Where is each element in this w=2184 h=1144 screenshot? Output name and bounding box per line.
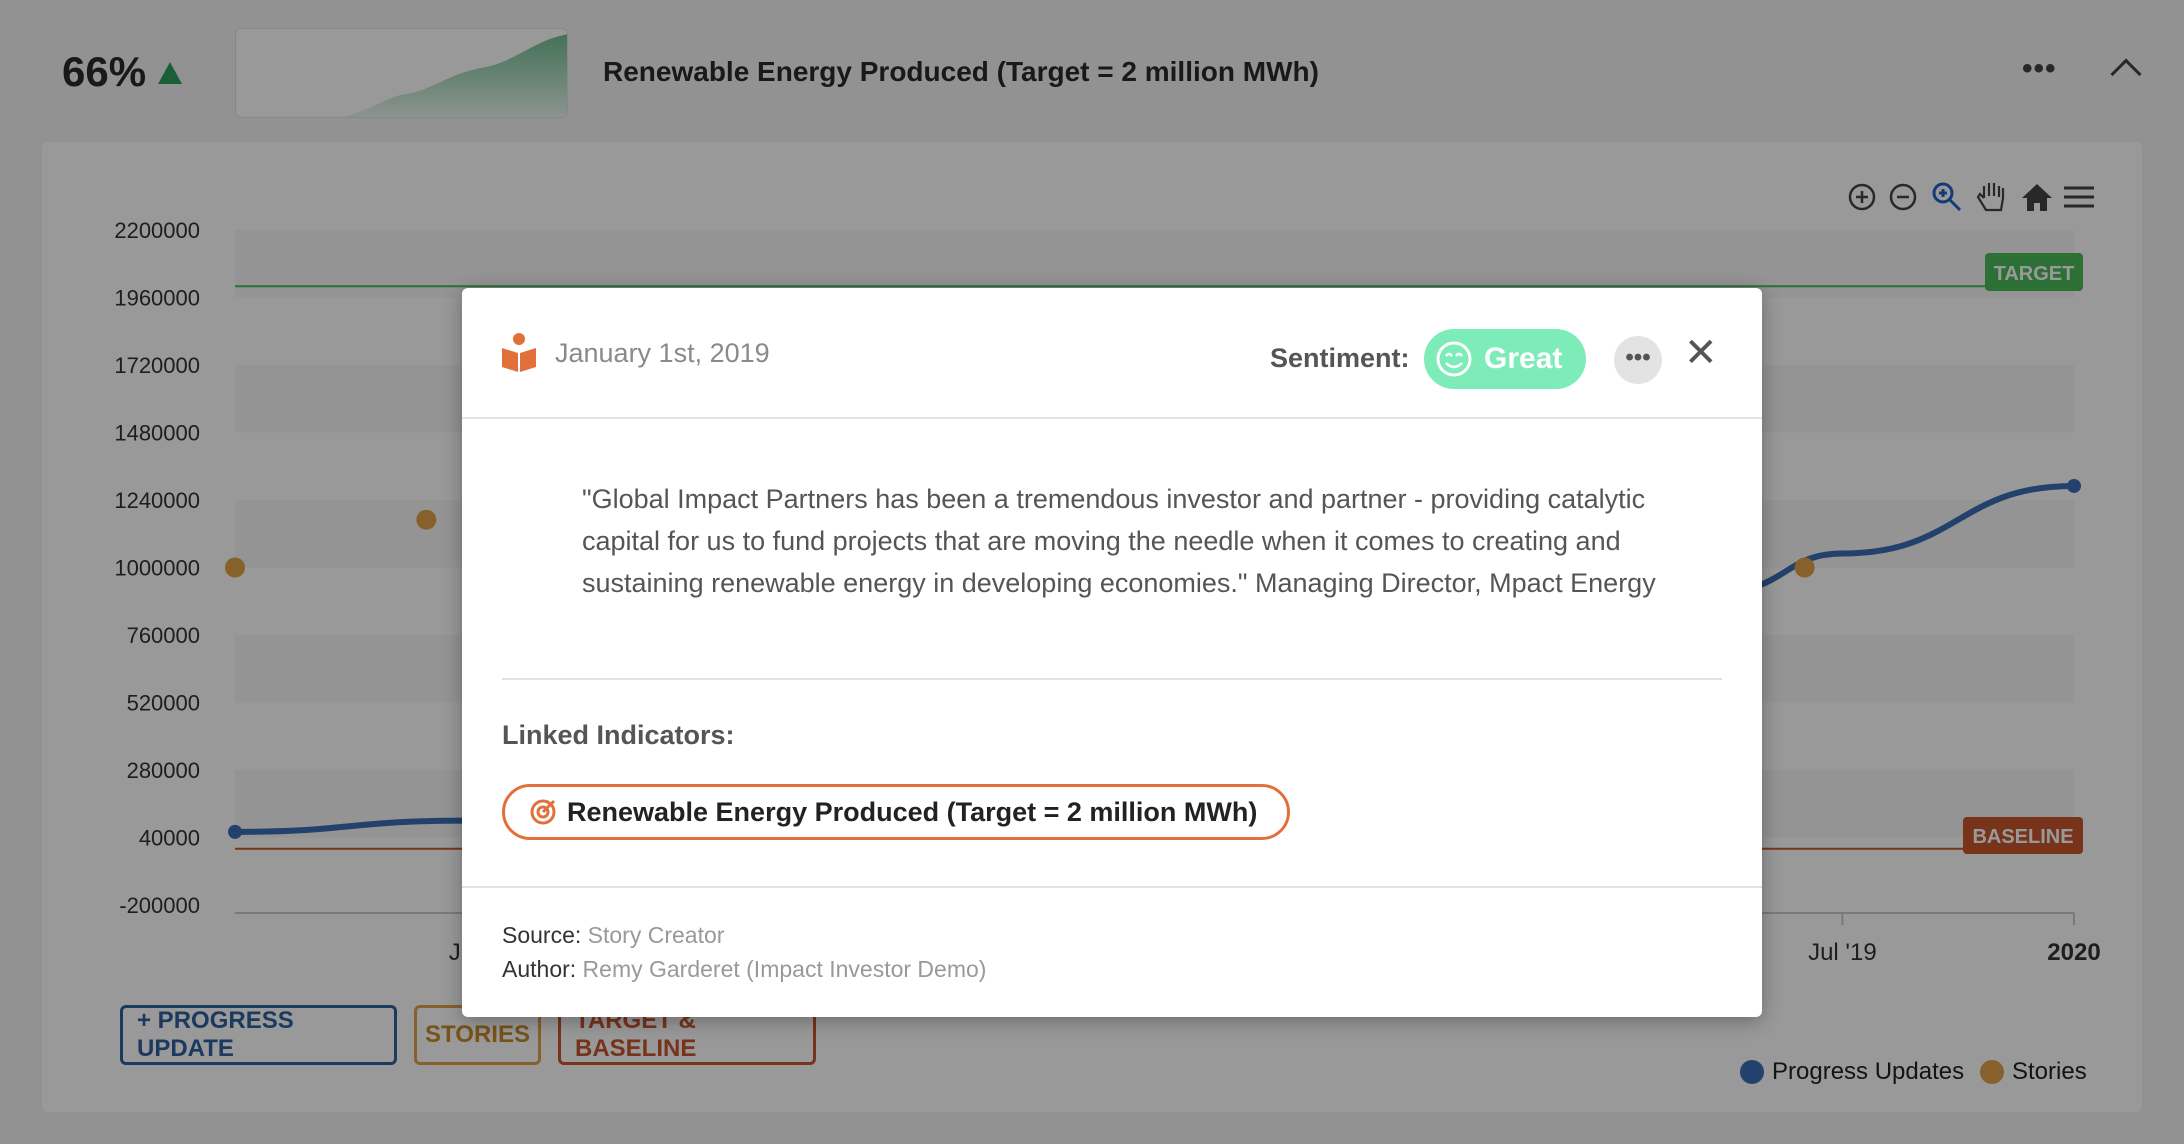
close-icon[interactable]: ✕ [1684, 330, 1718, 376]
linked-indicators-label: Linked Indicators: [502, 720, 735, 750]
sentiment-label: Sentiment: [1270, 343, 1410, 373]
linked-indicator-chip[interactable]: Renewable Energy Produced (Target = 2 mi… [502, 784, 1291, 840]
story-quote: "Global Impact Partners has been a treme… [582, 484, 1656, 598]
story-modal: January 1st, 2019 Sentiment: Great ••• ✕… [462, 288, 1762, 1017]
modal-more-button[interactable]: ••• [1614, 336, 1662, 384]
story-date: January 1st, 2019 [555, 338, 770, 368]
smile-icon [1436, 341, 1472, 377]
divider [502, 678, 1722, 680]
divider [462, 886, 1762, 888]
author-line: Author: Remy Garderet (Impact Investor D… [502, 956, 986, 983]
author-label: Author: [502, 956, 577, 982]
source-line: Source: Story Creator [502, 922, 724, 949]
target-icon [530, 799, 556, 825]
author-value: Remy Garderet (Impact Investor Demo) [582, 956, 987, 982]
source-value: Story Creator [587, 922, 725, 948]
modal-header: January 1st, 2019 Sentiment: Great ••• ✕ [462, 288, 1762, 419]
source-label: Source: [502, 922, 582, 948]
sentiment-badge[interactable]: Great [1424, 329, 1586, 389]
story-book-icon [502, 333, 536, 372]
sentiment-value: Great [1484, 342, 1563, 375]
linked-indicator-label: Renewable Energy Produced (Target = 2 mi… [567, 796, 1258, 827]
